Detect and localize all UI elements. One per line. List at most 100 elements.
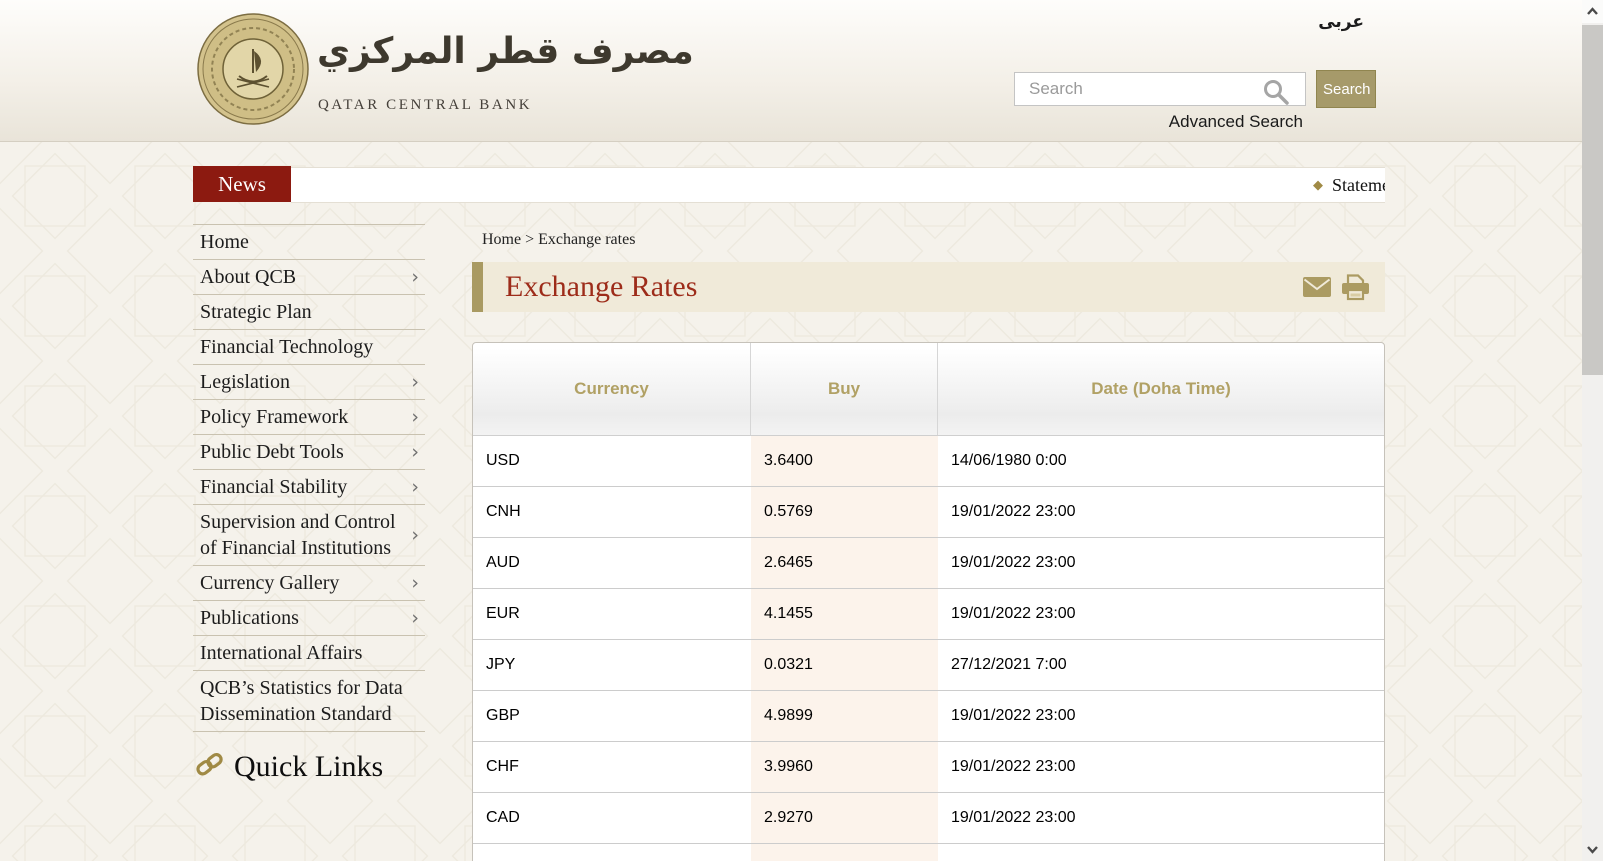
currency-cell: AUD	[473, 538, 751, 588]
site-header: مصرف قطر المركزي QATAR CENTRAL BANK عربى…	[0, 0, 1582, 142]
sidebar-item-label: About QCB	[200, 264, 411, 290]
title-action-icons	[1303, 262, 1371, 312]
advanced-search-link[interactable]: Advanced Search	[1014, 112, 1303, 132]
buy-cell: 2.6465	[751, 538, 938, 588]
news-ticker: ◆ Stateme	[291, 167, 1385, 203]
buy-cell: 0.0321	[751, 640, 938, 690]
logo-arabic-calligraphy: مصرف قطر المركزي	[317, 31, 507, 72]
sidebar-item-label: Financial Technology	[200, 334, 425, 360]
sidebar-item-currency-gallery[interactable]: Currency Gallery›	[193, 566, 425, 601]
browser-viewport: مصرف قطر المركزي QATAR CENTRAL BANK عربى…	[0, 0, 1603, 861]
sidebar-menu: HomeAbout QCB›Strategic PlanFinancial Te…	[193, 224, 425, 732]
column-header-buy: Buy	[751, 343, 938, 435]
sidebar-item-label: International Affairs	[200, 640, 425, 666]
sidebar: HomeAbout QCB›Strategic PlanFinancial Te…	[193, 224, 425, 784]
chevron-right-icon: ›	[411, 607, 419, 629]
sidebar-item-about-qcb[interactable]: About QCB›	[193, 260, 425, 295]
breadcrumb-home-link[interactable]: Home	[482, 231, 521, 248]
date-cell: 14/06/1980 0:00	[938, 436, 1384, 486]
chevron-right-icon: ›	[411, 371, 419, 393]
qcb-seal-icon	[197, 13, 309, 130]
table-header-row: Currency Buy Date (Doha Time)	[473, 343, 1384, 436]
chevron-right-icon: ›	[411, 572, 419, 594]
news-ticker-item[interactable]: ◆ Stateme	[1313, 175, 1385, 196]
date-cell: 27/12/2021 7:00	[938, 640, 1384, 690]
sidebar-item-financial-technology[interactable]: Financial Technology	[193, 330, 425, 365]
currency-cell: CAD	[473, 793, 751, 843]
scrollbar-up-arrow-icon[interactable]	[1582, 0, 1603, 23]
news-ticker-text: Stateme	[1332, 175, 1385, 196]
column-header-date: Date (Doha Time)	[938, 343, 1384, 435]
sidebar-item-label: Currency Gallery	[200, 570, 411, 596]
chevron-right-icon: ›	[411, 524, 419, 546]
sidebar-item-label: Legislation	[200, 369, 411, 395]
sidebar-item-legislation[interactable]: Legislation›	[193, 365, 425, 400]
table-row: JPY0.032127/12/2021 7:00	[473, 640, 1384, 691]
currency-cell: EUR	[473, 589, 751, 639]
table-row: CNH0.576919/01/2022 23:00	[473, 487, 1384, 538]
news-label: News	[193, 166, 291, 202]
title-accent-bar	[472, 262, 483, 312]
chevron-right-icon: ›	[411, 406, 419, 428]
chevron-right-icon: ›	[411, 476, 419, 498]
sidebar-item-label: Strategic Plan	[200, 299, 425, 325]
sidebar-item-policy-framework[interactable]: Policy Framework›	[193, 400, 425, 435]
date-cell: 19/01/2022 23:00	[938, 538, 1384, 588]
date-cell: 19/01/2022 23:00	[938, 742, 1384, 792]
date-cell: 19/01/2022 23:00	[938, 793, 1384, 843]
qcb-logo[interactable]: مصرف قطر المركزي QATAR CENTRAL BANK	[197, 13, 487, 133]
table-row: CAD2.927019/01/2022 23:00	[473, 793, 1384, 844]
scrollbar-down-arrow-icon[interactable]	[1582, 838, 1603, 861]
search-button[interactable]: Search	[1316, 70, 1376, 108]
currency-cell: JPY	[473, 640, 751, 690]
buy-cell: 3.6400	[751, 436, 938, 486]
table-row: AUD2.646519/01/2022 23:00	[473, 538, 1384, 589]
exchange-rates-table: Currency Buy Date (Doha Time) USD3.64001…	[472, 342, 1385, 861]
currency-cell: CHF	[473, 742, 751, 792]
quick-links-text: Quick Links	[234, 750, 383, 784]
table-row: USD3.640014/06/1980 0:00	[473, 436, 1384, 487]
sidebar-item-international-affairs[interactable]: International Affairs	[193, 636, 425, 671]
rates-table-body: USD3.640014/06/1980 0:00CNH0.576919/01/2…	[473, 436, 1384, 861]
email-icon[interactable]	[1303, 277, 1331, 297]
currency-cell	[473, 844, 751, 861]
buy-cell: 3.9960	[751, 742, 938, 792]
date-cell: 19/01/2022 23:00	[938, 487, 1384, 537]
diamond-bullet-icon: ◆	[1313, 177, 1323, 193]
table-row: EUR4.145519/01/2022 23:00	[473, 589, 1384, 640]
breadcrumb: Home > Exchange rates	[472, 231, 1385, 249]
sidebar-item-publications[interactable]: Publications›	[193, 601, 425, 636]
table-row-partial	[473, 844, 1384, 861]
sidebar-item-label: Public Debt Tools	[200, 439, 411, 465]
sidebar-item-public-debt-tools[interactable]: Public Debt Tools›	[193, 435, 425, 470]
print-icon[interactable]	[1340, 274, 1371, 301]
currency-cell: CNH	[473, 487, 751, 537]
chain-link-icon	[196, 752, 223, 782]
table-row: CHF3.996019/01/2022 23:00	[473, 742, 1384, 793]
sidebar-item-label: Supervision and Control of Financial Ins…	[200, 509, 411, 561]
sidebar-item-label: QCB’s Statistics for Data Dissemination …	[200, 675, 425, 727]
scrollbar-thumb[interactable]	[1582, 25, 1603, 375]
sidebar-item-supervision-and-control-of-financial-institutions[interactable]: Supervision and Control of Financial Ins…	[193, 505, 425, 566]
date-cell: 19/01/2022 23:00	[938, 589, 1384, 639]
sidebar-item-qcb-s-statistics-for-data-dissemination-standard[interactable]: QCB’s Statistics for Data Dissemination …	[193, 671, 425, 732]
breadcrumb-current: Exchange rates	[538, 231, 635, 248]
browser-scrollbar[interactable]	[1582, 0, 1603, 861]
date-cell	[938, 844, 1384, 861]
buy-cell: 4.9899	[751, 691, 938, 741]
sidebar-item-home[interactable]: Home	[193, 225, 425, 260]
currency-cell: USD	[473, 436, 751, 486]
arabic-language-link[interactable]: عربى	[1318, 12, 1364, 32]
search-magnifier-icon[interactable]	[1262, 78, 1290, 111]
quick-links-heading: Quick Links	[193, 750, 425, 784]
sidebar-item-strategic-plan[interactable]: Strategic Plan	[193, 295, 425, 330]
chevron-right-icon: ›	[411, 441, 419, 463]
sidebar-item-financial-stability[interactable]: Financial Stability›	[193, 470, 425, 505]
sidebar-item-label: Financial Stability	[200, 474, 411, 500]
page-title: Exchange Rates	[505, 270, 697, 304]
page-title-bar: Exchange Rates	[472, 262, 1385, 312]
buy-cell: 0.5769	[751, 487, 938, 537]
sidebar-item-label: Publications	[200, 605, 411, 631]
breadcrumb-separator: >	[525, 231, 534, 248]
buy-cell: 4.1455	[751, 589, 938, 639]
